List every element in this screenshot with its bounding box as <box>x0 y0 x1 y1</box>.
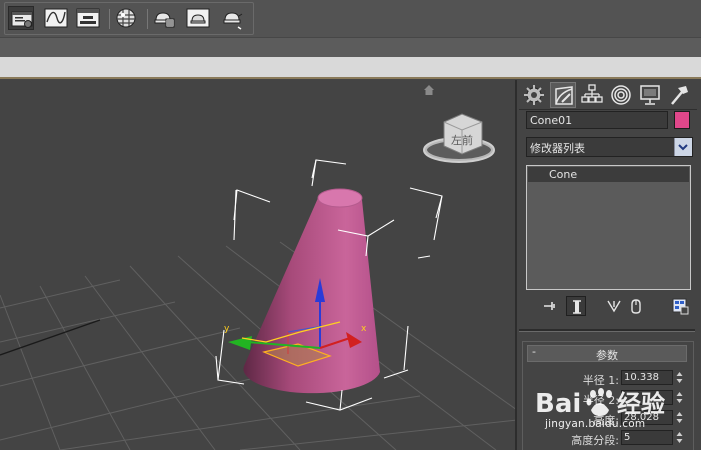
stack-item-cone[interactable]: Cone <box>528 167 689 182</box>
render-production-button[interactable] <box>219 6 245 30</box>
material-editor-icon <box>116 8 136 28</box>
parameters-rollout-header[interactable]: - 参数 <box>527 345 687 362</box>
main-toolbar <box>0 0 701 37</box>
hierarchy-tab-icon <box>581 84 603 103</box>
configure-modifier-sets-button[interactable] <box>670 296 690 316</box>
stack-item-label: Cone <box>549 168 578 181</box>
modifier-stack-tools <box>526 296 694 318</box>
schematic-view-button[interactable] <box>75 6 101 30</box>
grid-axis-line <box>0 319 101 356</box>
home-icon <box>424 85 434 95</box>
y-axis-arrow[interactable] <box>228 336 252 350</box>
material-editor-button[interactable] <box>113 6 139 30</box>
rendered-frame-icon <box>186 8 210 28</box>
pin-stack-button[interactable] <box>540 296 560 316</box>
schematic-view-icon <box>76 8 100 28</box>
modifier-list-label: 修改器列表 <box>530 142 585 155</box>
show-end-result-button[interactable] <box>566 296 586 316</box>
tab-display[interactable] <box>637 82 663 108</box>
gizmo-y-label: y <box>224 324 230 334</box>
svg-text:Bai: Bai <box>535 389 581 419</box>
pin-stack-icon <box>544 302 555 310</box>
utilities-tab-icon <box>671 86 688 105</box>
stack-divider <box>519 329 695 332</box>
dropdown-arrow-button[interactable] <box>674 138 692 156</box>
toolbar-render-group <box>4 2 254 35</box>
show-end-result-icon <box>573 300 581 314</box>
toolbar-separator <box>109 9 110 29</box>
modify-tab-icon <box>555 86 573 105</box>
baidu-paw-logo-icon: Bai 经验 <box>535 388 665 419</box>
make-unique-button[interactable] <box>604 296 624 316</box>
modifier-stack-list[interactable]: Cone <box>526 165 691 290</box>
toolbar-separator <box>147 9 148 29</box>
display-tab-icon <box>640 85 660 105</box>
tab-create[interactable] <box>521 82 547 108</box>
rendered-frame-window-button[interactable] <box>185 6 211 30</box>
remove-modifier-button[interactable] <box>626 296 646 316</box>
render-setup-button[interactable] <box>151 6 177 30</box>
curve-editor-button[interactable] <box>43 6 69 30</box>
motion-tab-icon <box>611 85 631 105</box>
object-color-swatch[interactable] <box>674 111 690 129</box>
curve-editor-icon <box>44 8 68 28</box>
object-name-field[interactable] <box>526 111 668 129</box>
tab-hierarchy[interactable] <box>579 82 605 108</box>
remove-modifier-icon <box>631 299 641 314</box>
scene-explorer-button[interactable] <box>8 6 34 30</box>
perspective-viewport[interactable]: y x 左前 <box>0 80 517 450</box>
baidu-jingyan-logo: Bai 经验 <box>533 382 701 422</box>
gizmo-x-label: x <box>361 324 367 334</box>
render-teapot-icon <box>223 12 243 30</box>
chevron-down-icon <box>678 144 688 151</box>
tab-utilities[interactable] <box>666 82 692 108</box>
viewcube-face-label: 左前 <box>451 134 473 147</box>
scene-explorer-icon <box>11 11 33 28</box>
tab-modify[interactable] <box>550 82 576 108</box>
toolbar-lower-strip <box>0 37 701 58</box>
ribbon-bar <box>0 57 701 79</box>
modifier-list-dropdown[interactable]: 修改器列表 <box>526 137 693 157</box>
configure-modifier-sets-icon <box>672 298 689 315</box>
render-setup-icon <box>154 12 175 28</box>
tab-motion[interactable] <box>608 82 634 108</box>
make-unique-icon <box>607 300 621 313</box>
baidu-jingyan-watermark: Bai 经验 jingyan.baidu.com <box>533 382 701 450</box>
rollout-title: 参数 <box>596 349 618 362</box>
watermark-url: jingyan.baidu.com <box>545 418 646 430</box>
tabs-divider <box>519 109 697 110</box>
create-tab-icon <box>524 85 544 105</box>
viewcube-home-button[interactable] <box>423 84 435 96</box>
cone01-object[interactable] <box>243 188 380 394</box>
viewport-scene <box>0 113 515 450</box>
svg-text:经验: 经验 <box>617 390 665 418</box>
command-panel-tabs <box>519 82 699 108</box>
